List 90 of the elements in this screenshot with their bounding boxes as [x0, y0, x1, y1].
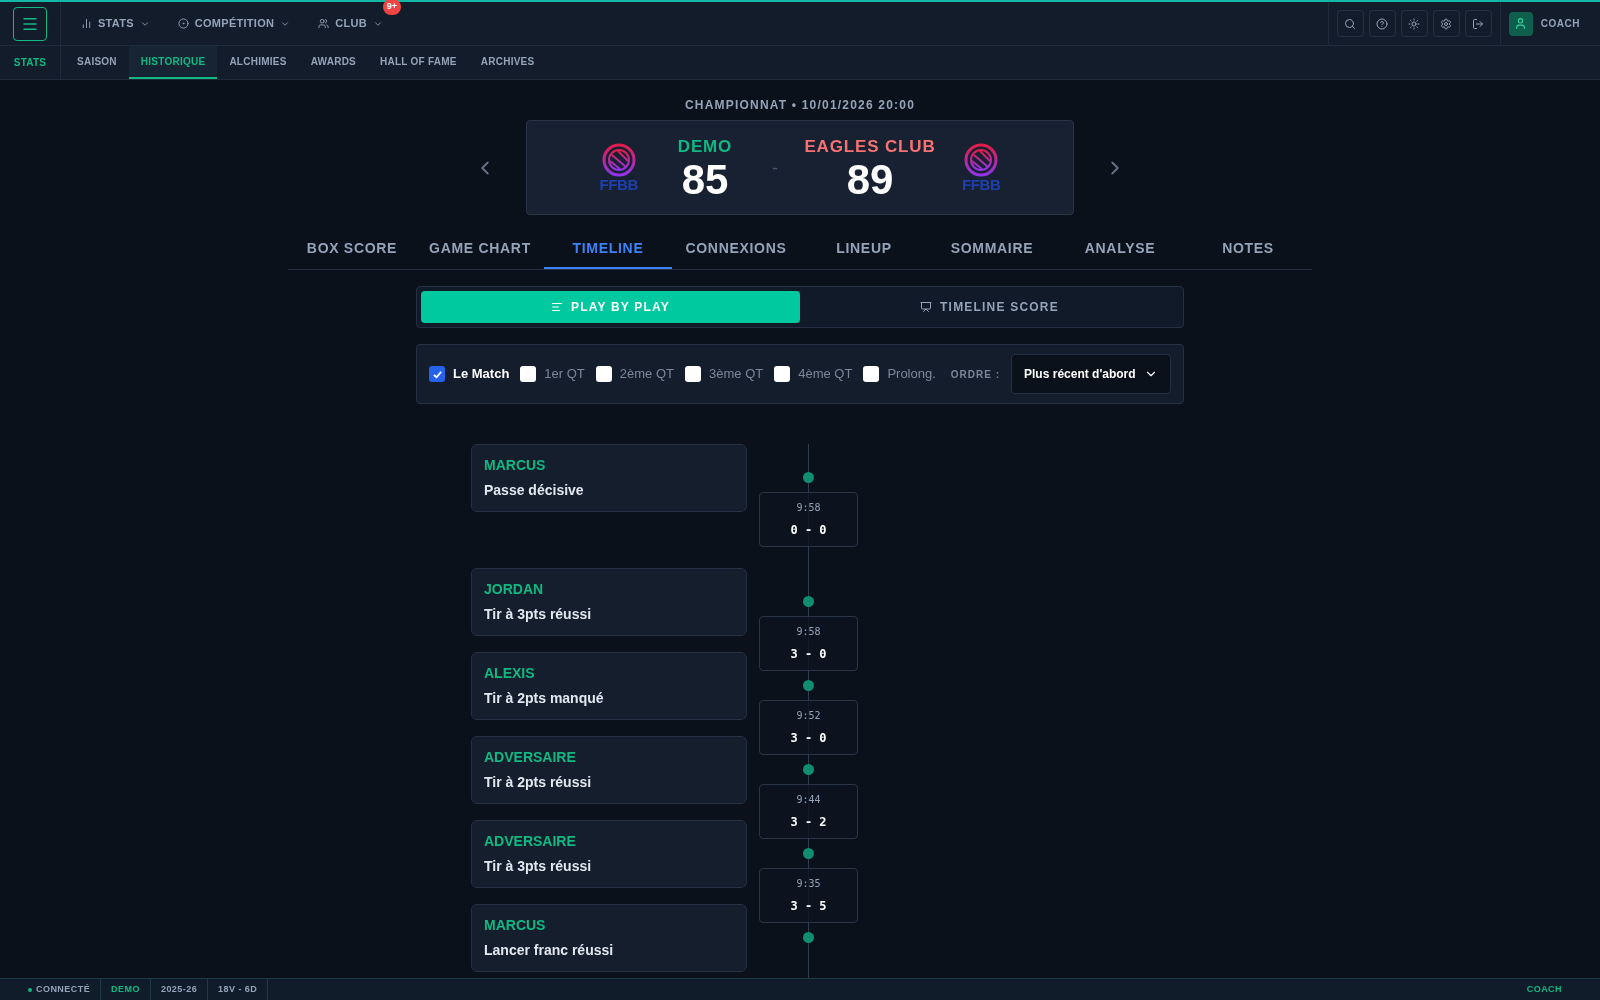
checkbox[interactable] [774, 366, 791, 382]
event-time: 9:52 [796, 709, 821, 723]
player-name: ADVERSAIRE [484, 832, 577, 851]
subnav-tab[interactable]: HALL OF FAME [368, 46, 469, 79]
lines-icon [550, 301, 563, 313]
search-icon [1344, 17, 1357, 30]
help-icon [1376, 17, 1389, 30]
settings-button[interactable] [1432, 10, 1460, 37]
record-label: 18V - 6D [208, 979, 269, 1000]
event-time: 9:35 [796, 877, 821, 891]
checkbox[interactable] [595, 366, 612, 382]
event-action: Lancer franc réussi [484, 941, 615, 960]
ball-icon [601, 143, 636, 177]
tab[interactable]: ANALYSE [1056, 229, 1184, 269]
event-time: 9:58 [796, 625, 821, 639]
presentation-icon [920, 301, 933, 313]
tab[interactable]: NOTES [1184, 229, 1312, 269]
user-name: COACH [1540, 17, 1580, 31]
check-icon [431, 368, 443, 380]
team-name: DEMO [677, 135, 733, 158]
sun-button[interactable] [1400, 10, 1428, 37]
team-score: 89 [846, 159, 894, 202]
event-score: 3 - 0 [790, 646, 827, 663]
checkbox-label: 4ème QT [798, 365, 853, 384]
checkbox[interactable] [863, 366, 880, 382]
event-action: Tir à 3pts réussi [484, 857, 593, 876]
connection-status: CONNECTÉ [36, 982, 91, 996]
sun-icon [1408, 17, 1421, 30]
circle-icon [177, 18, 189, 29]
checkbox-label: Le Match [453, 365, 510, 384]
checkbox[interactable] [685, 366, 701, 382]
event-action: Tir à 2pts réussi [484, 773, 593, 792]
event-score: 3 - 0 [790, 730, 827, 747]
team-name: EAGLES CLUB [804, 135, 936, 158]
nav-menu-item[interactable]: COMPÉTITION [169, 11, 299, 36]
subnav-tab[interactable]: HISTORIQUE [128, 46, 218, 79]
subnav-tab[interactable]: ARCHIVES [468, 46, 547, 79]
logout-icon [1472, 17, 1485, 30]
order-select[interactable]: Plus récent d'abord [1011, 354, 1171, 394]
checkbox-label: 1er QT [544, 365, 585, 384]
notification-badge: 9+ [382, 0, 401, 15]
subnav-tab[interactable]: AWARDS [298, 46, 369, 79]
player-name: JORDAN [484, 580, 545, 599]
tab[interactable]: BOX SCORE [288, 229, 416, 269]
checkbox-label: Prolong. [887, 365, 936, 384]
event-score: 3 - 5 [790, 898, 827, 915]
event-action: Tir à 2pts manqué [484, 689, 605, 708]
event-action: Tir à 3pts réussi [484, 605, 593, 624]
event-score: 0 - 0 [790, 522, 827, 539]
event-action: Passe décisive [484, 481, 585, 500]
player-name: ADVERSAIRE [484, 748, 577, 767]
season-label: 2025-26 [150, 979, 209, 1000]
logout-button[interactable] [1464, 10, 1492, 37]
player-name: ALEXIS [484, 664, 536, 683]
checkbox-label: 3ème QT [709, 365, 764, 384]
nav-menu-item[interactable]: STATS [73, 11, 158, 36]
subnav-tab[interactable]: ALCHIMIES [217, 46, 299, 79]
user-avatar[interactable] [1508, 11, 1533, 36]
checkbox-label: 2ème QT [619, 365, 674, 384]
user-label: COACH [1526, 982, 1563, 996]
player-name: MARCUS [484, 916, 547, 935]
settings-icon [1440, 17, 1453, 30]
help-button[interactable] [1368, 10, 1396, 37]
tab[interactable]: SOMMAIRE [928, 229, 1056, 269]
event-score: 3 - 2 [790, 814, 827, 831]
team-score: 85 [681, 159, 729, 202]
order-label: ORDRE : [950, 367, 1001, 382]
tab[interactable]: CONNEXIONS [672, 229, 800, 269]
logo-text: FFBB [962, 177, 1001, 192]
tab[interactable]: LINEUP [800, 229, 928, 269]
tab[interactable]: GAME CHART [416, 229, 544, 269]
event-time: 9:58 [796, 501, 821, 515]
match-heading: CHAMPIONNAT • 10/01/2026 20:00 [684, 97, 916, 114]
logo-text: FFBB [599, 177, 638, 192]
bar-chart-icon [81, 18, 92, 29]
user-icon [1514, 17, 1528, 30]
search-button[interactable] [1336, 10, 1364, 37]
checkbox[interactable] [520, 366, 537, 382]
view-toggle-option[interactable]: TIMELINE SCORE [800, 291, 1179, 323]
team-label: DEMO [101, 979, 151, 1000]
subnav-tab[interactable]: SAISON [65, 46, 129, 79]
ball-icon [964, 143, 999, 177]
tab[interactable]: TIMELINE [544, 229, 672, 269]
event-time: 9:44 [796, 793, 821, 807]
section-label: STATS [13, 56, 47, 70]
score-separator: - [772, 156, 778, 180]
menu-button[interactable] [13, 6, 47, 41]
player-name: MARCUS [484, 456, 547, 475]
people-icon [318, 18, 330, 29]
checkbox[interactable] [429, 366, 445, 382]
